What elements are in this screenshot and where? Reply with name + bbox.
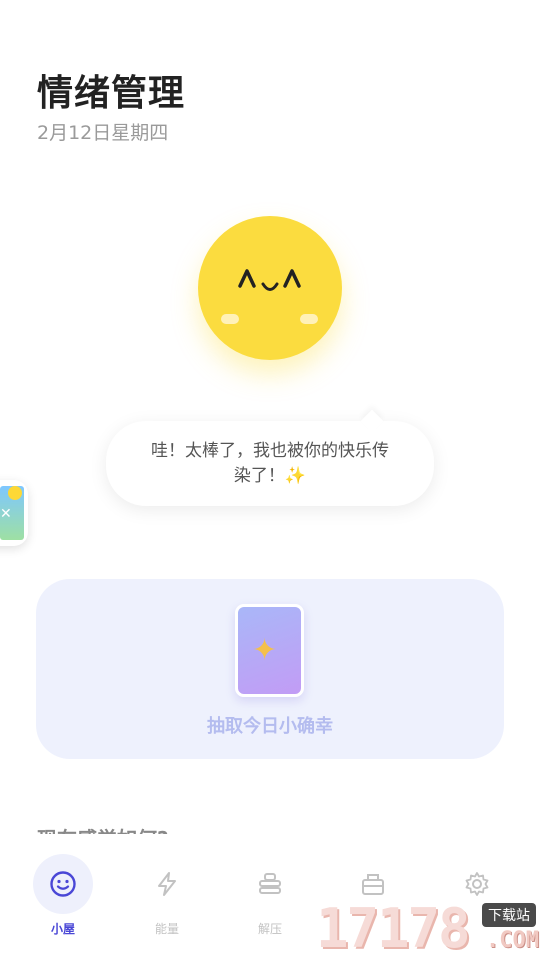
sparkles-icon: ✨ [284,465,307,486]
tab-relax[interactable]: 解压 [230,854,310,940]
close-icon[interactable]: ✕ [0,506,12,522]
mascot-mouth [261,282,279,291]
section-title: 现在感觉如何? [37,820,169,834]
daily-luck-card[interactable]: ✦ 抽取今日小确幸 [36,579,504,759]
floating-image-button[interactable]: ✕ [0,480,28,546]
bubble-text-line1: 哇！太棒了，我也被你的快乐传 [151,440,389,461]
page-title: 情绪管理 [37,73,186,114]
tab-energy[interactable]: 能量 [127,854,207,940]
mascot-blush-left [221,314,239,324]
watermark-number: 17178 [316,897,471,960]
luck-card-image[interactable]: ✦ [235,604,304,697]
lightning-icon [137,854,197,914]
date-label: 2月12日星期四 [37,122,169,144]
tab-label: 解压 [257,922,282,936]
tab-label: 能量 [154,922,179,936]
sun-icon [8,486,22,500]
watermark-tag: 下载站 [482,903,536,927]
tab-label: 小屋 [50,922,75,936]
bubble-text-line2: 染了！ [233,465,285,486]
tab-home[interactable]: 小屋 [23,854,103,940]
sparkles-icon: ✦ [252,633,278,668]
mascot-eye-right [283,269,301,288]
watermark-suffix: .COM [486,928,539,953]
stack-icon [240,854,300,914]
smiley-icon [33,854,93,914]
mascot-blush-right [300,314,318,324]
mood-mascot[interactable] [198,216,342,360]
site-watermark: 17178 下载站 .COM [316,898,540,960]
mascot-eye-left [238,269,256,288]
luck-card-label[interactable]: 抽取今日小确幸 [36,712,504,738]
speech-bubble: 哇！太棒了，我也被你的快乐传 染了！✨ [106,421,434,506]
